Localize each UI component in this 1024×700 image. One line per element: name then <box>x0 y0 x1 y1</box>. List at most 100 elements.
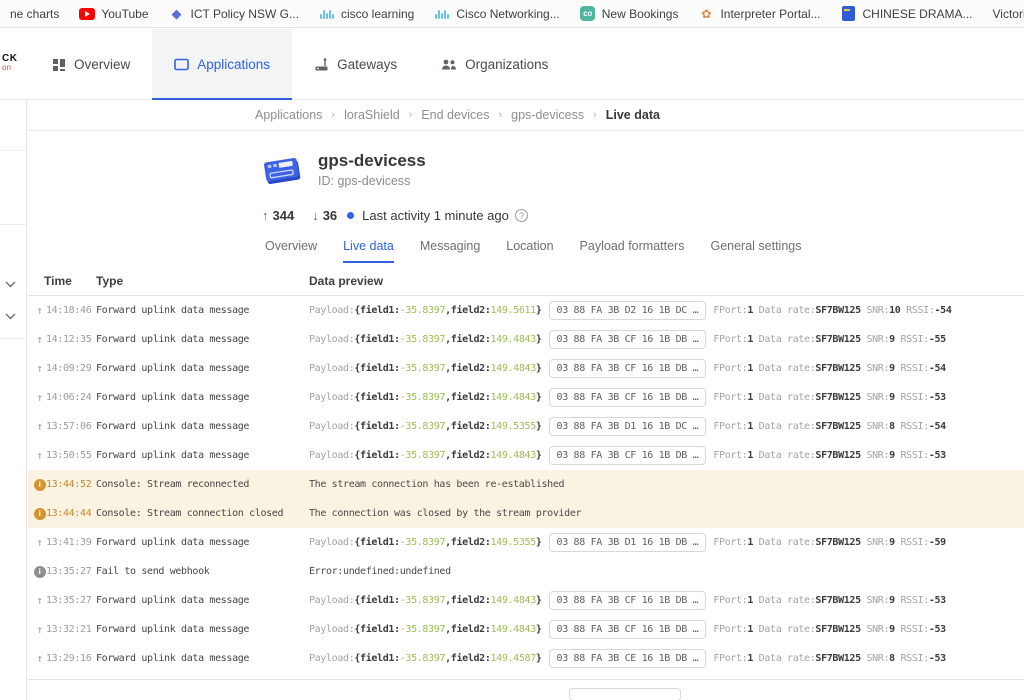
hex-payload-button[interactable]: 03 88 FA 3B D1 16 1B DB … <box>549 533 707 552</box>
data-preview: Payload: { field1: -35.8397, field2: 149… <box>309 620 1024 639</box>
breadcrumb-separator: › <box>331 109 335 121</box>
tab-general-settings[interactable]: General settings <box>710 239 801 263</box>
data-preview: Payload: { field1: -35.8397, field2: 149… <box>309 446 1024 465</box>
snr-label: SNR: <box>861 392 889 403</box>
nav-tab-overview[interactable]: Overview <box>30 29 152 100</box>
nav-tab-gateways[interactable]: Gateways <box>292 29 419 100</box>
hex-payload-button[interactable]: 03 88 FA 3B CF 16 1B DB … <box>549 446 707 465</box>
event-row[interactable]: i13:35:27Fail to send webhookError:undef… <box>28 557 1024 586</box>
hex-payload-button[interactable]: 03 88 FA 3B CF 16 1B DB … <box>549 330 707 349</box>
breadcrumb-item[interactable]: loraShield <box>344 108 400 122</box>
nav-tab-organizations[interactable]: Organizations <box>419 29 570 100</box>
hex-payload-button[interactable]: 03 88 FA 3B CF 16 1B DB … <box>549 620 707 639</box>
bookmark-item[interactable]: ne charts <box>2 4 67 24</box>
event-type: Forward uplink data message <box>96 595 309 606</box>
uplink-arrow-icon: ↑ <box>262 208 269 223</box>
field2-label: field2: <box>451 537 491 548</box>
bookmark-item[interactable]: Victoria University <box>985 4 1024 24</box>
tab-messaging[interactable]: Messaging <box>420 239 480 263</box>
brace-close: } <box>536 537 542 548</box>
snr-label: SNR: <box>861 653 889 664</box>
help-icon[interactable]: ? <box>515 209 528 222</box>
rssi-label: RSSI: <box>895 624 929 635</box>
field1-label: field1: <box>360 653 400 664</box>
bookmark-item[interactable]: ◆ICT Policy NSW G... <box>161 3 307 25</box>
event-row[interactable]: i13:44:52Console: Stream reconnectedThe … <box>28 470 1024 499</box>
field2-label: field2: <box>451 595 491 606</box>
hex-payload-button[interactable]: 03 88 FA 3B D1 16 1B DC … <box>549 417 707 436</box>
brace-close: } <box>536 363 542 374</box>
event-row[interactable]: ↑13:29:16Forward uplink data messagePayl… <box>28 644 1024 673</box>
app-window-icon <box>174 58 189 71</box>
stack-logo[interactable]: CK on <box>2 53 17 73</box>
event-row[interactable]: ↑13:57:06Forward uplink data messagePayl… <box>28 412 1024 441</box>
interpreter-icon: ✿ <box>698 6 714 22</box>
field2-label: field2: <box>451 450 491 461</box>
payload-label: Payload: <box>309 305 354 316</box>
event-row[interactable]: ↑14:06:24Forward uplink data messagePayl… <box>28 383 1024 412</box>
tab-live-data[interactable]: Live data <box>343 239 394 263</box>
brace-close: } <box>536 653 542 664</box>
nav-tabs: Overview Applications GatewaysOrganization… <box>30 29 570 100</box>
hex-payload-button[interactable]: 03 88 FA 3B CE 16 1B DB … <box>549 649 707 668</box>
events-table-body: ↑14:18:46Forward uplink data messagePayl… <box>28 296 1024 700</box>
bookmark-item[interactable]: cisco learning <box>311 3 422 25</box>
events-table-header: Time Type Data preview <box>28 269 1024 296</box>
tab-location[interactable]: Location <box>506 239 553 263</box>
event-row[interactable]: ↑14:09:29Forward uplink data messagePayl… <box>28 354 1024 383</box>
uplink-arrow-icon: ↑ <box>33 304 46 317</box>
hex-payload-button[interactable]: 03 88 FA 3B D2 16 1B DC … <box>549 301 707 320</box>
hex-payload-button[interactable] <box>569 688 681 700</box>
field1-value: -35.8397 <box>400 421 445 432</box>
event-row[interactable]: ↑13:50:55Forward uplink data messagePayl… <box>28 441 1024 470</box>
breadcrumb-item[interactable]: End devices <box>421 108 489 122</box>
brace-close: } <box>536 392 542 403</box>
bookmark-item[interactable]: Cisco Networking... <box>426 3 567 25</box>
event-row[interactable]: ↑14:18:46Forward uplink data messagePayl… <box>28 296 1024 325</box>
event-row[interactable]: ↑14:12:35Forward uplink data messagePayl… <box>28 325 1024 354</box>
bookmark-label: YouTube <box>101 7 148 21</box>
col-header-data-preview: Data preview <box>309 274 383 288</box>
downlink-count: 36 <box>323 208 337 223</box>
fport-label: FPort: <box>713 450 747 461</box>
device-id-label: ID: <box>318 174 334 188</box>
event-row[interactable]: ↑13:35:27Forward uplink data messagePayl… <box>28 586 1024 615</box>
hex-payload-button[interactable]: 03 88 FA 3B CF 16 1B DB … <box>549 388 707 407</box>
col-header-type: Type <box>96 274 123 288</box>
event-time: 13:41:39 <box>46 537 96 548</box>
breadcrumb-item[interactable]: gps-devicess <box>511 108 584 122</box>
tab-payload-formatters[interactable]: Payload formatters <box>580 239 685 263</box>
event-time: 13:29:16 <box>46 653 96 664</box>
fport-label: FPort: <box>713 421 747 432</box>
bookmark-item[interactable]: ✿ Interpreter Portal... <box>690 3 828 25</box>
info-icon: i <box>33 508 46 520</box>
event-row[interactable]: i13:44:44Console: Stream connection clos… <box>28 499 1024 528</box>
tab-overview[interactable]: Overview <box>265 239 317 263</box>
field1-value: -35.8397 <box>400 334 445 345</box>
data-rate-label: Data rate: <box>753 450 815 461</box>
event-row[interactable]: ↑13:41:39Forward uplink data messagePayl… <box>28 528 1024 557</box>
chevron-down-icon[interactable] <box>5 307 16 325</box>
hex-payload-button[interactable]: 03 88 FA 3B CF 16 1B DB … <box>549 591 707 610</box>
hex-payload-button[interactable]: 03 88 FA 3B CF 16 1B DB … <box>549 359 707 378</box>
breadcrumb-separator: › <box>593 109 597 121</box>
data-preview: Payload: { field1: -35.8397, field2: 149… <box>309 417 1024 436</box>
event-row[interactable]: ↑13:32:21Forward uplink data messagePayl… <box>28 615 1024 644</box>
nav-tab-applications[interactable]: Applications <box>152 29 292 100</box>
event-row[interactable] <box>28 679 1024 700</box>
breadcrumb-item[interactable]: Applications <box>255 108 322 122</box>
rssi-label: RSSI: <box>895 653 929 664</box>
bookmark-item[interactable]: YouTube <box>71 3 156 25</box>
bookmark-item[interactable]: coNew Bookings <box>572 3 687 25</box>
field1-label: field1: <box>360 421 400 432</box>
bookmark-label: Interpreter Portal... <box>720 7 820 21</box>
data-rate-value: SF7BW125 <box>815 653 860 664</box>
bookmark-item[interactable]: CHINESE DRAMA... <box>833 3 981 25</box>
chevron-down-icon[interactable] <box>5 275 16 293</box>
downlink-arrow-icon: ↓ <box>312 208 319 223</box>
event-type: Forward uplink data message <box>96 363 309 374</box>
activity-status-dot <box>347 212 354 219</box>
nav-tab-label: Applications <box>197 57 270 72</box>
snr-label: SNR: <box>861 363 889 374</box>
bookings-icon: co <box>580 6 596 22</box>
